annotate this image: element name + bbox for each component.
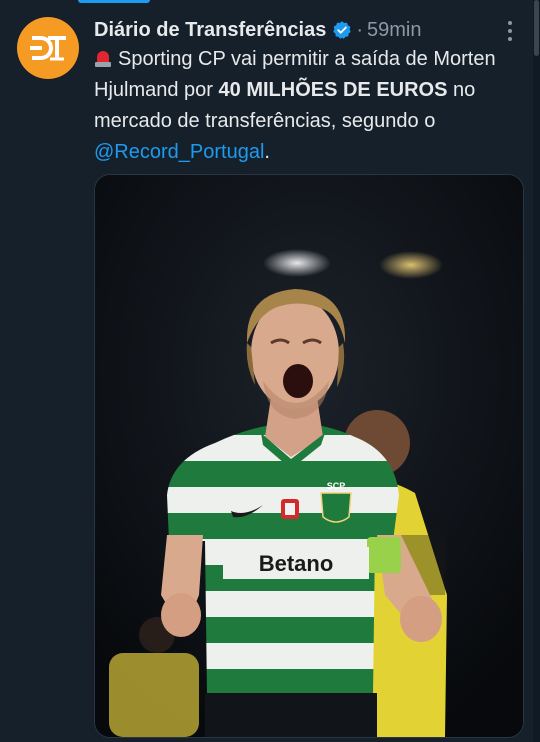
tweet-photo[interactable]: Betano SCP: [94, 174, 524, 738]
tweet-text: Sporting CP vai permitir a saída de Mort…: [94, 44, 514, 168]
avatar[interactable]: [17, 17, 79, 79]
sponsor-text: Betano: [259, 551, 334, 576]
mention-link[interactable]: @Record_Portugal: [94, 141, 264, 163]
more-options-button[interactable]: [500, 18, 520, 44]
tweet-text-end: .: [264, 141, 270, 163]
separator-dot: ·: [356, 18, 363, 41]
display-name[interactable]: Diário de Transferências: [94, 19, 326, 42]
crest-text: SCP: [327, 481, 346, 491]
siren-emoji-icon: [94, 48, 112, 68]
avatar-logo-icon: [30, 36, 66, 61]
tweet-text-bold: 40 MILHÕES DE EUROS: [218, 79, 448, 101]
timestamp[interactable]: 59min: [367, 19, 421, 42]
tweet-header: Diário de Transferências · 59min: [94, 16, 421, 44]
scrollbar-thumb[interactable]: [534, 0, 539, 56]
more-options-icon: [508, 21, 512, 25]
scrollbar-track[interactable]: [533, 0, 540, 742]
tweet[interactable]: Diário de Transferências · 59min Sportin…: [0, 0, 533, 742]
player-photo-image: Betano SCP: [95, 175, 523, 737]
verified-badge-icon: [333, 21, 352, 39]
